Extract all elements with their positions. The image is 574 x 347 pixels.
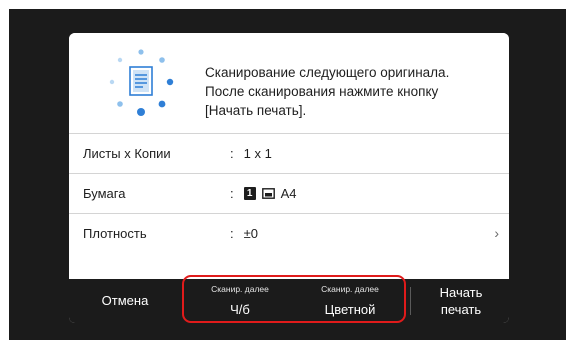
setting-value-wrap: : ±0: [230, 226, 258, 241]
cancel-button[interactable]: Отмена: [69, 279, 181, 323]
setting-value: 1 x 1: [243, 146, 272, 161]
colon: :: [230, 186, 234, 201]
setting-value: A4: [280, 186, 297, 201]
scanning-document-icon: [109, 49, 174, 116]
message-area: Сканирование следующего оригинала. После…: [69, 33, 509, 133]
colon: :: [230, 146, 234, 161]
setting-row-paper: Бумага : 1 A4: [69, 173, 509, 213]
tray-number-badge: 1: [243, 187, 256, 200]
start-print-line-2: печать: [440, 302, 482, 317]
instruction-text: Сканирование следующего оригинала. После…: [205, 63, 495, 120]
instruction-line-3: [Начать печать].: [205, 103, 307, 118]
chevron-right-icon: ›: [494, 225, 499, 241]
setting-row-sheets-copies: Листы x Копии : 1 x 1: [69, 133, 509, 173]
start-print-button[interactable]: Начать печать: [413, 279, 509, 323]
instruction-line-1: Сканирование следующего оригинала.: [205, 65, 450, 80]
tray-icon: [261, 188, 275, 199]
divider: [410, 287, 411, 315]
scan-next-highlight: [182, 275, 406, 323]
settings-list: Листы x Копии : 1 x 1 Бумага : 1 A4 Плот…: [69, 133, 509, 253]
setting-value: ±0: [243, 226, 258, 241]
setting-value-wrap: : 1 A4: [230, 186, 297, 201]
setting-label: Бумага: [83, 186, 126, 201]
setting-label: Плотность: [83, 226, 147, 241]
start-print-line-1: Начать: [439, 285, 483, 300]
instruction-line-2: После сканирования нажмите кнопку: [205, 84, 439, 99]
colon: :: [230, 226, 234, 241]
setting-row-density[interactable]: Плотность : ±0 ›: [69, 213, 509, 253]
setting-value-wrap: : 1 x 1: [230, 146, 272, 161]
setting-label: Листы x Копии: [83, 146, 171, 161]
